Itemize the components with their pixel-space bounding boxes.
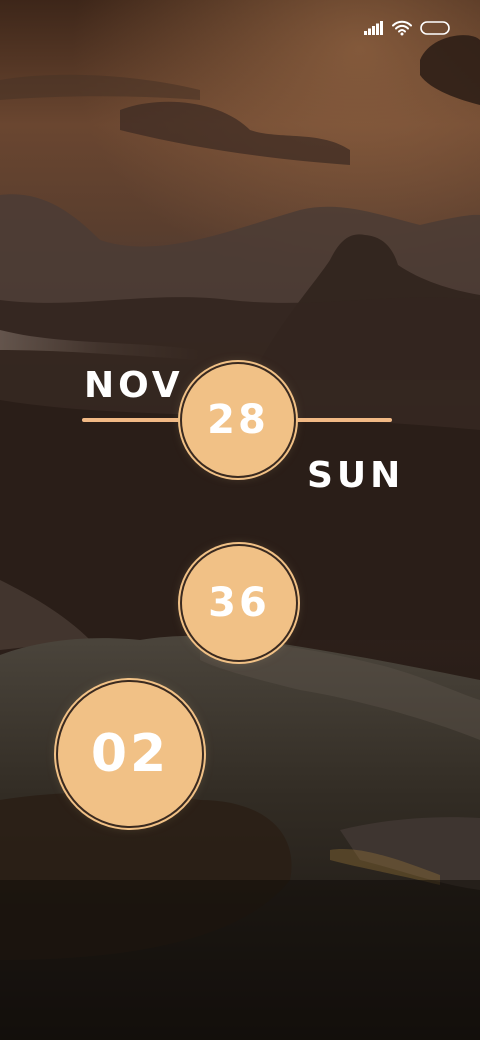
minute-number: 36 <box>208 580 270 626</box>
battery-icon <box>420 21 450 35</box>
hour-circle: 02 <box>62 686 198 822</box>
signal-icon <box>364 21 383 35</box>
day-circle: 28 <box>186 368 290 472</box>
month-label: NOV <box>84 365 184 406</box>
minute-circle: 36 <box>186 550 292 656</box>
lock-screen: NOV 28 SUN 36 02 <box>0 0 480 1040</box>
wifi-icon <box>392 20 412 36</box>
weekday-label: SUN <box>307 455 405 496</box>
wallpaper-image <box>0 0 480 1040</box>
day-number: 28 <box>207 397 269 443</box>
hour-number: 02 <box>90 724 170 784</box>
status-bar <box>364 18 450 38</box>
